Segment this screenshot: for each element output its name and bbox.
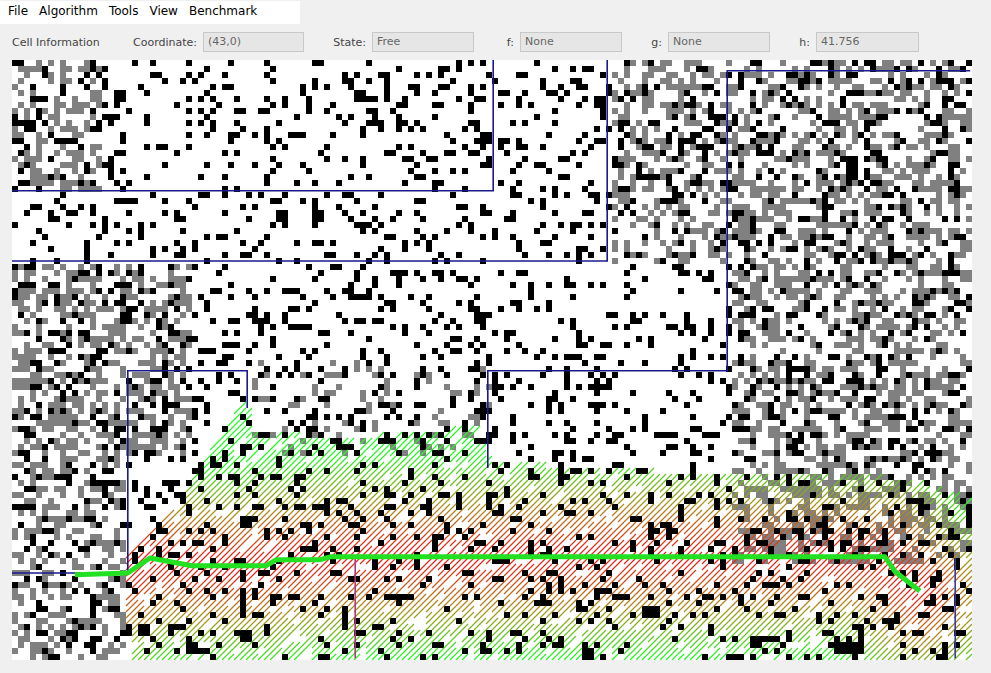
info-field: State:Free (304, 32, 474, 52)
boundary-line (354, 558, 356, 658)
cell-info-bar: Cell InformationCoordinate:(43,0)State:F… (0, 24, 991, 56)
overlay-lines (12, 60, 972, 660)
info-field: h:41.756 (770, 32, 919, 52)
menu-item[interactable]: Algorithm (35, 3, 105, 20)
field-value: 41.756 (816, 32, 919, 52)
info-field: Coordinate:(43,0) (133, 32, 304, 52)
explored-cells (12, 60, 972, 660)
info-field: g:None (622, 32, 770, 52)
field-label: h: (770, 36, 816, 49)
boundary-line (12, 60, 493, 191)
grid-map[interactable] (12, 60, 972, 660)
field-label: f: (474, 36, 520, 49)
boundary-line (954, 558, 956, 658)
field-value: (43,0) (203, 32, 304, 52)
menu-bar: FileAlgorithmToolsViewBenchmark (0, 1, 300, 24)
field-value: Free (372, 32, 474, 52)
menu-item[interactable]: View (145, 3, 184, 20)
field-label: g: (622, 36, 668, 49)
field-label: Coordinate: (133, 36, 203, 49)
field-value: None (668, 32, 770, 52)
menu-item[interactable]: File (4, 3, 35, 20)
boundary-line (488, 71, 970, 468)
menu-item[interactable]: Tools (105, 3, 146, 20)
info-field: f:None (474, 32, 622, 52)
boundary-line (12, 60, 607, 261)
field-value: None (520, 32, 622, 52)
info-title: Cell Information (12, 36, 133, 49)
boundary-line (12, 371, 247, 573)
field-label: State: (304, 36, 372, 49)
menu-item[interactable]: Benchmark (185, 3, 264, 20)
path-line (75, 557, 920, 591)
